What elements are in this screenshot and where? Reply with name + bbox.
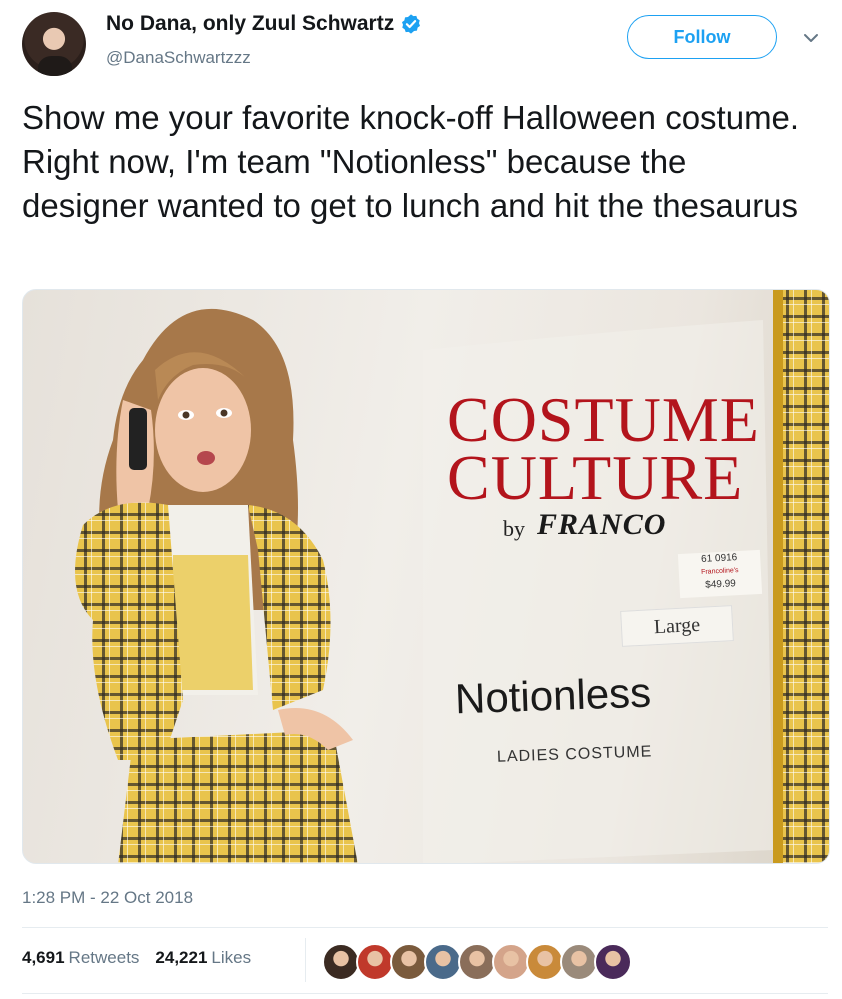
tweet-header: No Dana, only Zuul Schwartz @DanaSchwart…	[22, 12, 822, 78]
chevron-down-icon[interactable]	[802, 29, 820, 47]
divider	[22, 993, 828, 994]
liker-avatar[interactable]	[458, 943, 496, 981]
likes-label: Likes	[211, 948, 252, 967]
retweets-stat[interactable]: 4,691 Retweets	[22, 948, 139, 968]
author-handle[interactable]: @DanaSchwartzzz	[106, 48, 251, 68]
likes-stat[interactable]: 24,221 Likes	[155, 948, 251, 968]
brand-line-culture: CULTURE	[447, 442, 744, 513]
stats-separator	[305, 938, 306, 982]
liker-avatar[interactable]	[356, 943, 394, 981]
retweets-count: 4,691	[22, 948, 65, 967]
liker-avatar[interactable]	[594, 943, 632, 981]
liker-avatar[interactable]	[424, 943, 462, 981]
liker-avatar[interactable]	[390, 943, 428, 981]
follow-button[interactable]: Follow	[627, 15, 777, 59]
liker-avatars	[322, 943, 632, 981]
size-label: Large	[620, 605, 734, 647]
liker-avatar[interactable]	[492, 943, 530, 981]
verified-badge-icon	[402, 14, 421, 34]
product-name: Notionless	[454, 668, 652, 723]
tweet-photo[interactable]: COSTUME CULTURE by FRANCO 61 0916 Franco…	[22, 289, 830, 864]
tweet-timestamp[interactable]: 1:28 PM - 22 Oct 2018	[22, 888, 193, 908]
brand-line-costume: COSTUME	[447, 384, 760, 455]
author-name-row[interactable]: No Dana, only Zuul Schwartz	[106, 12, 422, 36]
brand-maker: FRANCO	[537, 508, 667, 541]
brand-by: by	[503, 516, 525, 541]
price-tag: 61 0916 Francoline's $49.99	[677, 549, 763, 599]
liker-avatar[interactable]	[526, 943, 564, 981]
tweet-text: Show me your favorite knock-off Hallowee…	[22, 99, 800, 224]
divider	[22, 927, 828, 928]
tweet-stats: 4,691 Retweets 24,221 Likes	[22, 948, 251, 968]
liker-avatar[interactable]	[322, 943, 360, 981]
liker-avatar[interactable]	[560, 943, 598, 981]
author-display-name[interactable]: No Dana, only Zuul Schwartz	[106, 12, 394, 36]
plaid-edge	[781, 290, 829, 863]
likes-count: 24,221	[155, 948, 208, 967]
retweets-label: Retweets	[68, 948, 140, 967]
author-avatar[interactable]	[22, 12, 86, 76]
